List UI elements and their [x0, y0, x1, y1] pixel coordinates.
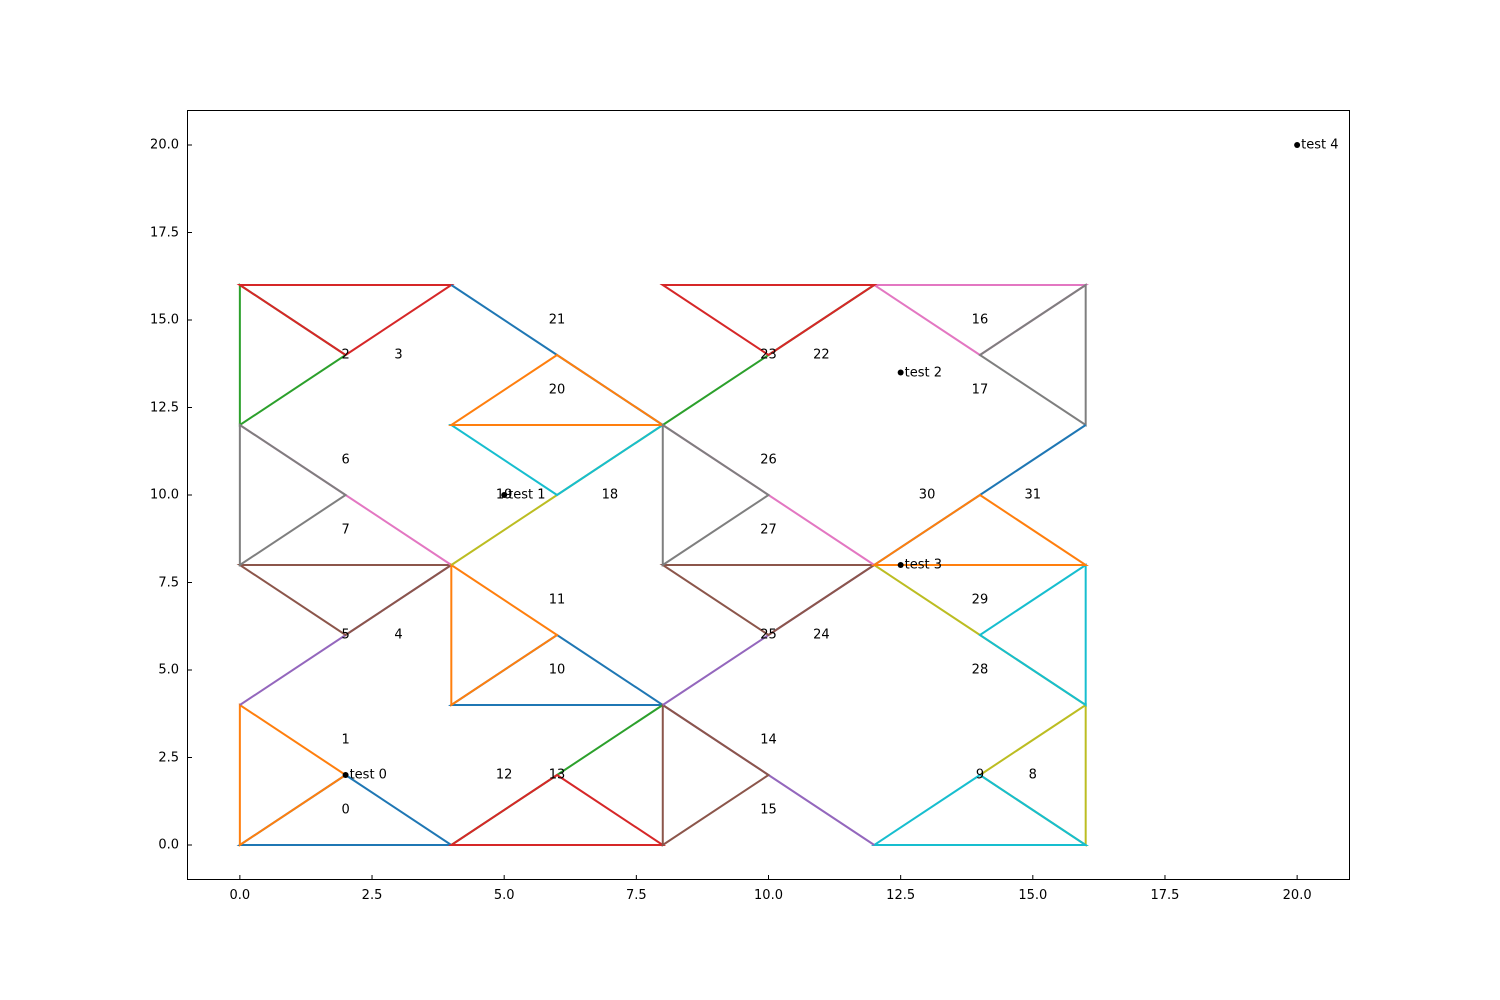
- triangle-27: [663, 425, 769, 565]
- test-point-marker-2: [898, 370, 904, 376]
- y-tick-label: 0.0: [158, 838, 179, 853]
- triangle-31: [874, 495, 1085, 565]
- triangle-11: [451, 565, 557, 705]
- triangle-id-label-31: 31: [1025, 488, 1042, 503]
- triangle-id-label-17: 17: [972, 383, 989, 398]
- y-tick-label: 12.5: [150, 400, 179, 415]
- triangle-id-label-20: 20: [549, 383, 566, 398]
- x-tick-label: 0.0: [230, 888, 251, 903]
- triangle-19: [451, 425, 662, 495]
- triangle-id-label-26: 26: [760, 453, 777, 468]
- triangle-id-label-24: 24: [813, 628, 830, 643]
- test-point-label-0: test 0: [350, 768, 387, 783]
- y-tick-label: 7.5: [158, 575, 179, 590]
- triangle-id-label-10: 10: [549, 663, 566, 678]
- triangle-id-label-25: 25: [760, 628, 777, 643]
- x-tick-label: 15.0: [1018, 888, 1047, 903]
- triangle-id-label-30: 30: [919, 488, 936, 503]
- x-tick-label: 2.5: [362, 888, 383, 903]
- triangle-id-label-23: 23: [760, 348, 777, 363]
- triangle-25: [663, 565, 874, 635]
- triangle-id-label-2: 2: [341, 348, 349, 363]
- triangle-id-label-28: 28: [972, 663, 989, 678]
- triangle-id-label-3: 3: [394, 348, 402, 363]
- y-tick-label: 15.0: [150, 313, 179, 328]
- x-tick-label: 17.5: [1150, 888, 1179, 903]
- triangle-13: [451, 775, 662, 845]
- triangle-29: [980, 565, 1086, 705]
- triangle-id-label-13: 13: [549, 768, 566, 783]
- x-tick-label: 20.0: [1283, 888, 1312, 903]
- triangle-id-label-8: 8: [1029, 768, 1037, 783]
- triangle-id-label-6: 6: [341, 453, 349, 468]
- triangle-id-label-15: 15: [760, 803, 777, 818]
- triangle-id-label-0: 0: [341, 803, 349, 818]
- y-tick-label: 5.0: [158, 663, 179, 678]
- triangle-id-label-14: 14: [760, 733, 777, 748]
- test-point-marker-4: [1294, 142, 1300, 148]
- triangle-id-label-12: 12: [496, 768, 513, 783]
- triangle-23: [663, 285, 874, 355]
- triangle-id-label-22: 22: [813, 348, 830, 363]
- triangle-15: [663, 705, 769, 845]
- x-tick-label: 12.5: [886, 888, 915, 903]
- test-point-marker-3: [898, 562, 904, 568]
- triangle-9: [874, 775, 1085, 845]
- triangle-id-label-5: 5: [341, 628, 349, 643]
- triangle-id-label-18: 18: [602, 488, 619, 503]
- triangle-3: [240, 285, 451, 355]
- x-tick-label: 10.0: [754, 888, 783, 903]
- x-tick-label: 5.0: [494, 888, 515, 903]
- triangle-id-label-1: 1: [341, 733, 349, 748]
- triangle-id-label-16: 16: [972, 313, 989, 328]
- test-point-label-3: test 3: [905, 558, 942, 573]
- triangle-5: [240, 565, 451, 635]
- triangle-id-label-27: 27: [760, 523, 777, 538]
- triangle-id-label-11: 11: [549, 593, 566, 608]
- test-point-label-4: test 4: [1301, 138, 1338, 153]
- y-tick-label: 10.0: [150, 488, 179, 503]
- x-tick-label: 7.5: [626, 888, 647, 903]
- figure: 0.02.55.07.510.012.515.017.520.0 0.02.55…: [0, 0, 1500, 1000]
- y-tick-label: 20.0: [150, 138, 179, 153]
- plot-area: [187, 110, 1350, 880]
- triangle-2: [240, 285, 346, 425]
- triangle-1: [240, 705, 346, 845]
- y-tick-label: 2.5: [158, 750, 179, 765]
- triangle-id-label-9: 9: [976, 768, 984, 783]
- test-point-label-2: test 2: [905, 365, 942, 380]
- test-point-marker-0: [343, 772, 349, 778]
- triangle-id-label-29: 29: [972, 593, 989, 608]
- test-point-label-1: test 1: [508, 488, 545, 503]
- triangle-17: [980, 285, 1086, 425]
- triangle-id-label-4: 4: [394, 628, 402, 643]
- triangle-id-label-21: 21: [549, 313, 566, 328]
- triangle-id-label-7: 7: [341, 523, 349, 538]
- triangle-7: [240, 425, 346, 565]
- y-tick-label: 17.5: [150, 225, 179, 240]
